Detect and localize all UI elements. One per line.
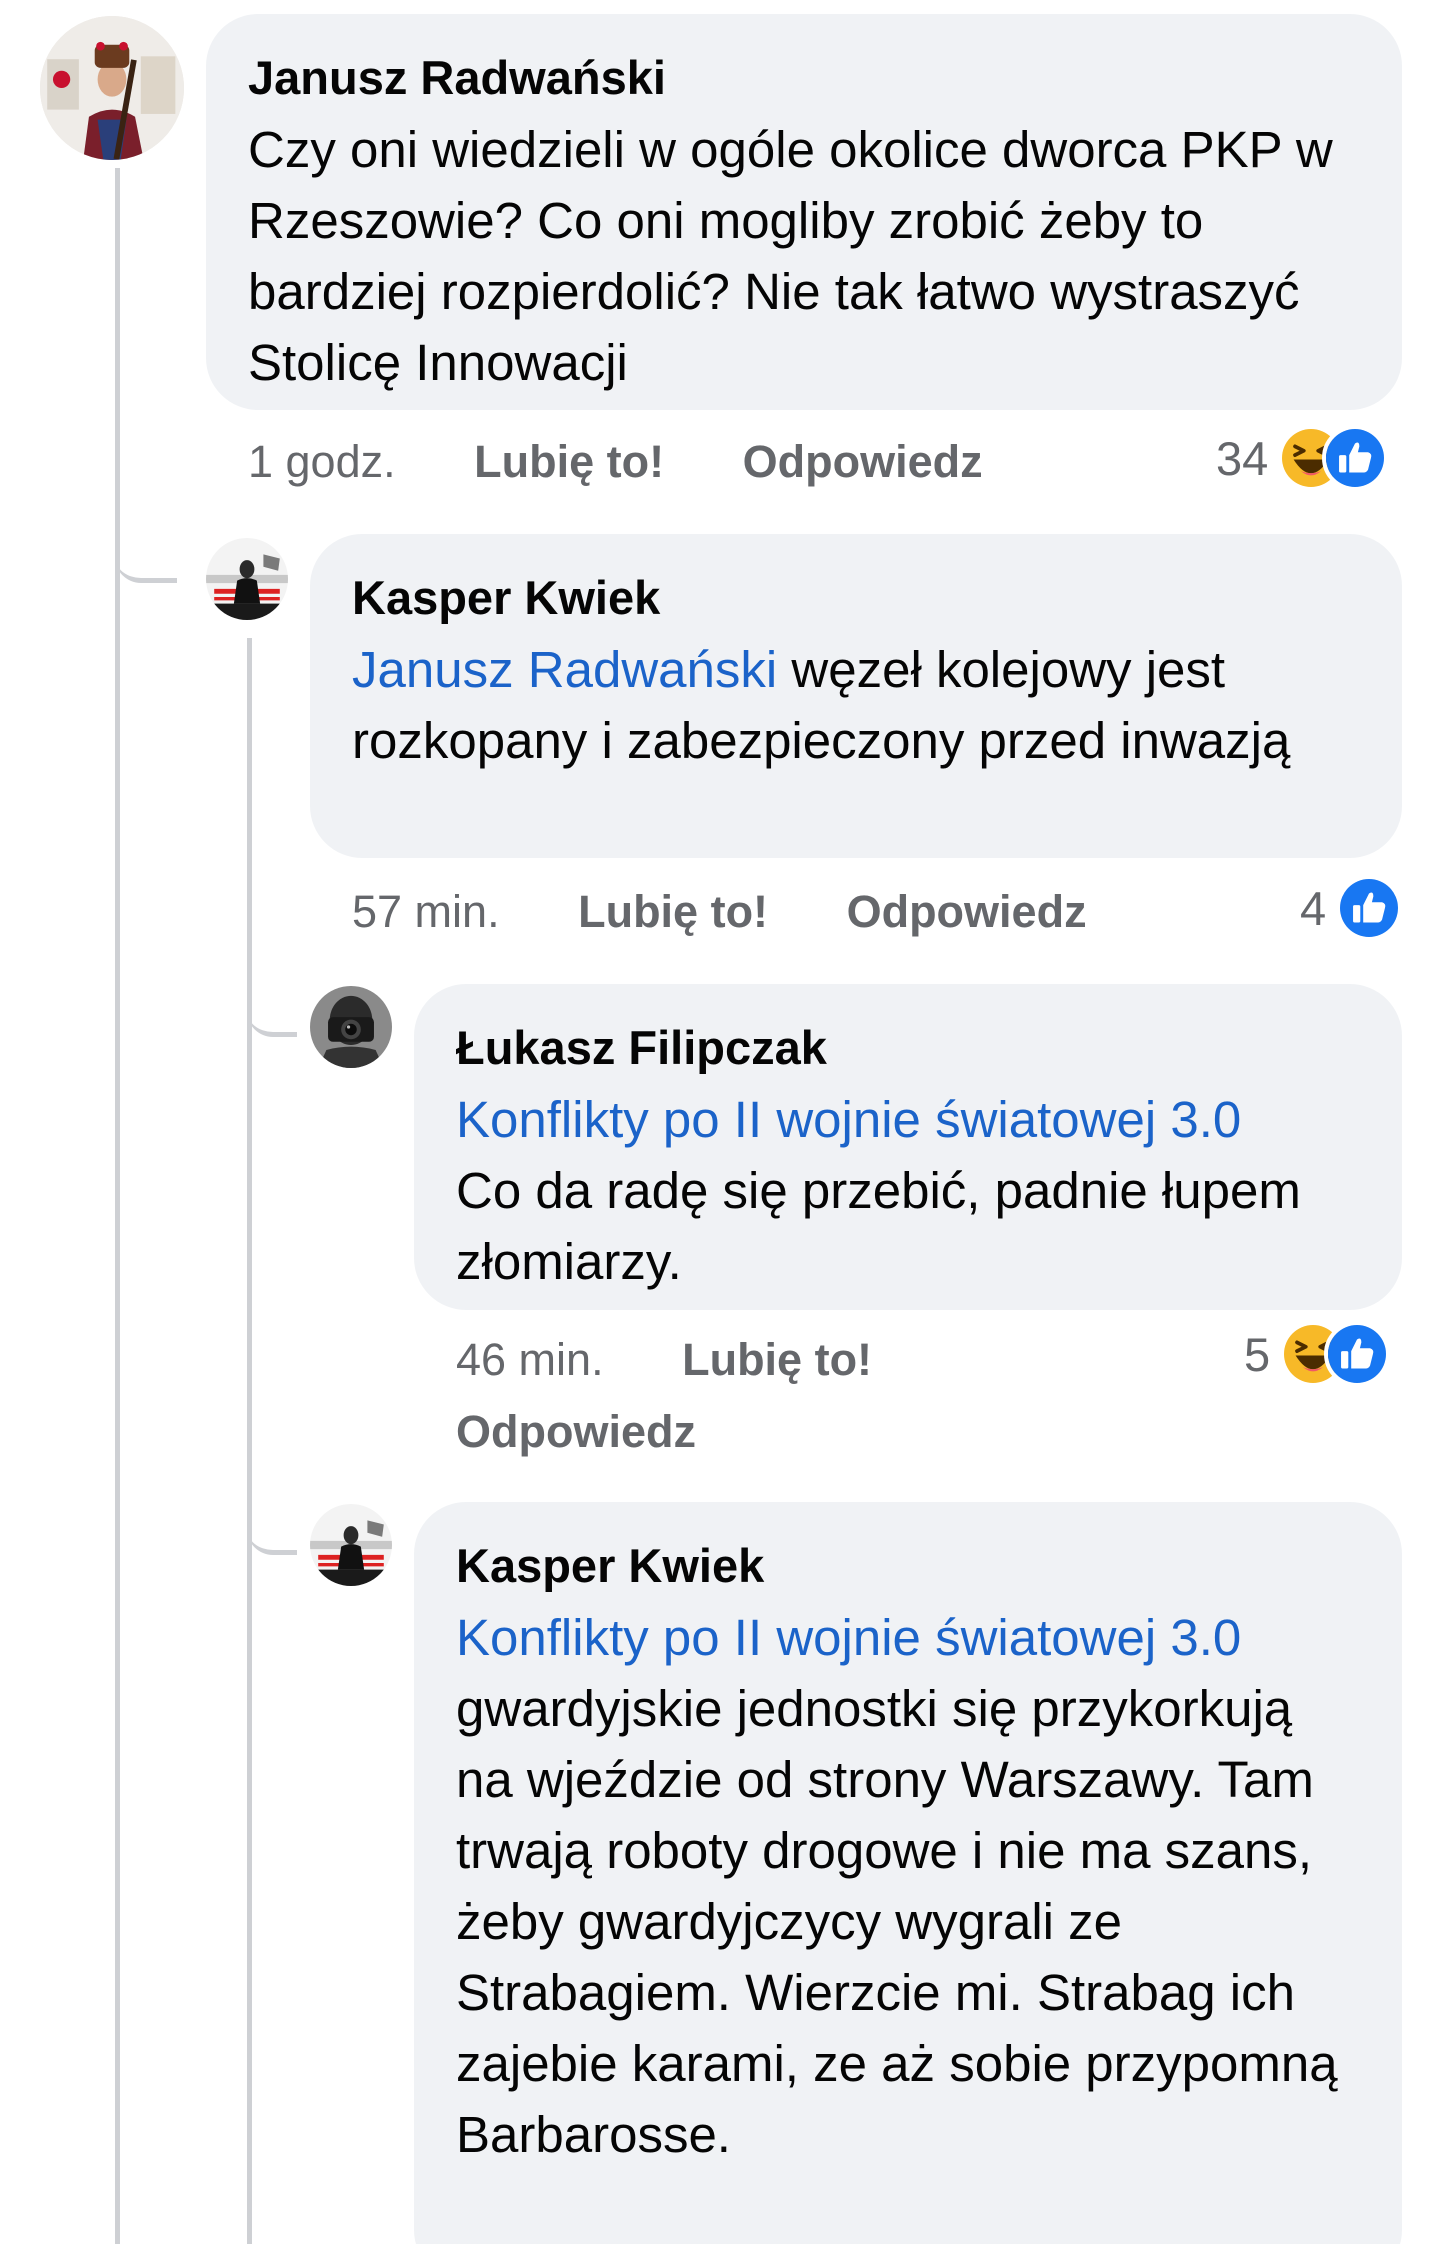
thread-line <box>115 168 120 2244</box>
comment-text: Konflikty po II wojnie światowej 3.0 Co d… <box>456 1084 1358 1297</box>
comment-actions: 46 min. Lubię to! Odpowiedz <box>456 1324 1016 1468</box>
reaction-summary[interactable]: 34 <box>1216 422 1389 494</box>
comment-text: Czy oni wiedzieli w ogóle okolice dworca… <box>248 121 1333 391</box>
reply-button[interactable]: Odpowiedz <box>743 436 983 487</box>
reaction-summary[interactable]: 4 <box>1300 872 1403 944</box>
comment-author[interactable]: Kasper Kwiek <box>352 562 1358 634</box>
reply-button[interactable]: Odpowiedz <box>456 1406 696 1457</box>
mention-link[interactable]: Konflikty po II wojnie światowej 3.0 <box>456 1609 1241 1666</box>
comment-author[interactable]: Janusz Radwański <box>248 42 1358 114</box>
comment-bubble: Janusz Radwański Czy oni wiedzieli w ogó… <box>206 14 1402 410</box>
like-icon <box>1324 1321 1391 1387</box>
comment-text: Konflikty po II wojnie światowej 3.0 gwar… <box>456 1602 1358 2170</box>
comment-bubble: Kasper Kwiek Konflikty po II wojnie świa… <box>414 1502 1402 2244</box>
avatar[interactable] <box>206 538 288 620</box>
mention-link[interactable]: Konflikty po II wojnie światowej 3.0 <box>456 1091 1241 1148</box>
comment-author[interactable]: Kasper Kwiek <box>456 1530 1358 1602</box>
comment-body: gwardyjskie jednostki się przykorkują na… <box>456 1680 1338 2163</box>
like-button[interactable]: Lubię to! <box>578 886 768 937</box>
avatar[interactable] <box>40 16 184 160</box>
comment-timestamp[interactable]: 1 godz. <box>248 436 396 487</box>
reaction-count: 4 <box>1300 881 1327 935</box>
reaction-count: 34 <box>1216 431 1269 485</box>
like-button[interactable]: Lubię to! <box>682 1334 872 1385</box>
reaction-count: 5 <box>1244 1327 1271 1381</box>
like-button[interactable]: Lubię to! <box>474 436 664 487</box>
thread-line-nested <box>247 638 252 2244</box>
thread-connector <box>115 540 177 583</box>
comment-actions: 57 min. Lubię to! Odpowiedz <box>352 876 1087 948</box>
comment-thread: Janusz Radwański Czy oni wiedzieli w ogó… <box>0 0 1440 2244</box>
comment-bubble: Łukasz Filipczak Konflikty po II wojnie … <box>414 984 1402 1310</box>
comment-actions: 1 godz. Lubię to! Odpowiedz <box>248 426 983 498</box>
like-icon <box>1336 875 1403 941</box>
mention-link[interactable]: Janusz Radwański <box>352 641 777 698</box>
comment-body: Co da radę się przebić, padnie łupem zło… <box>456 1162 1301 1290</box>
thread-connector <box>247 990 297 1037</box>
comment-author[interactable]: Łukasz Filipczak <box>456 1012 1358 1084</box>
like-icon <box>1322 425 1389 491</box>
reaction-summary[interactable]: 5 <box>1244 1318 1391 1390</box>
comment-timestamp[interactable]: 46 min. <box>456 1334 604 1385</box>
comment-bubble: Kasper Kwiek Janusz Radwański węzeł kole… <box>310 534 1402 858</box>
comment-text: Janusz Radwański węzeł kolejowy jest roz… <box>352 634 1358 776</box>
thread-connector <box>247 1508 297 1555</box>
comment-timestamp[interactable]: 57 min. <box>352 886 500 937</box>
avatar[interactable] <box>310 1504 392 1586</box>
reply-button[interactable]: Odpowiedz <box>847 886 1087 937</box>
avatar[interactable] <box>310 986 392 1068</box>
